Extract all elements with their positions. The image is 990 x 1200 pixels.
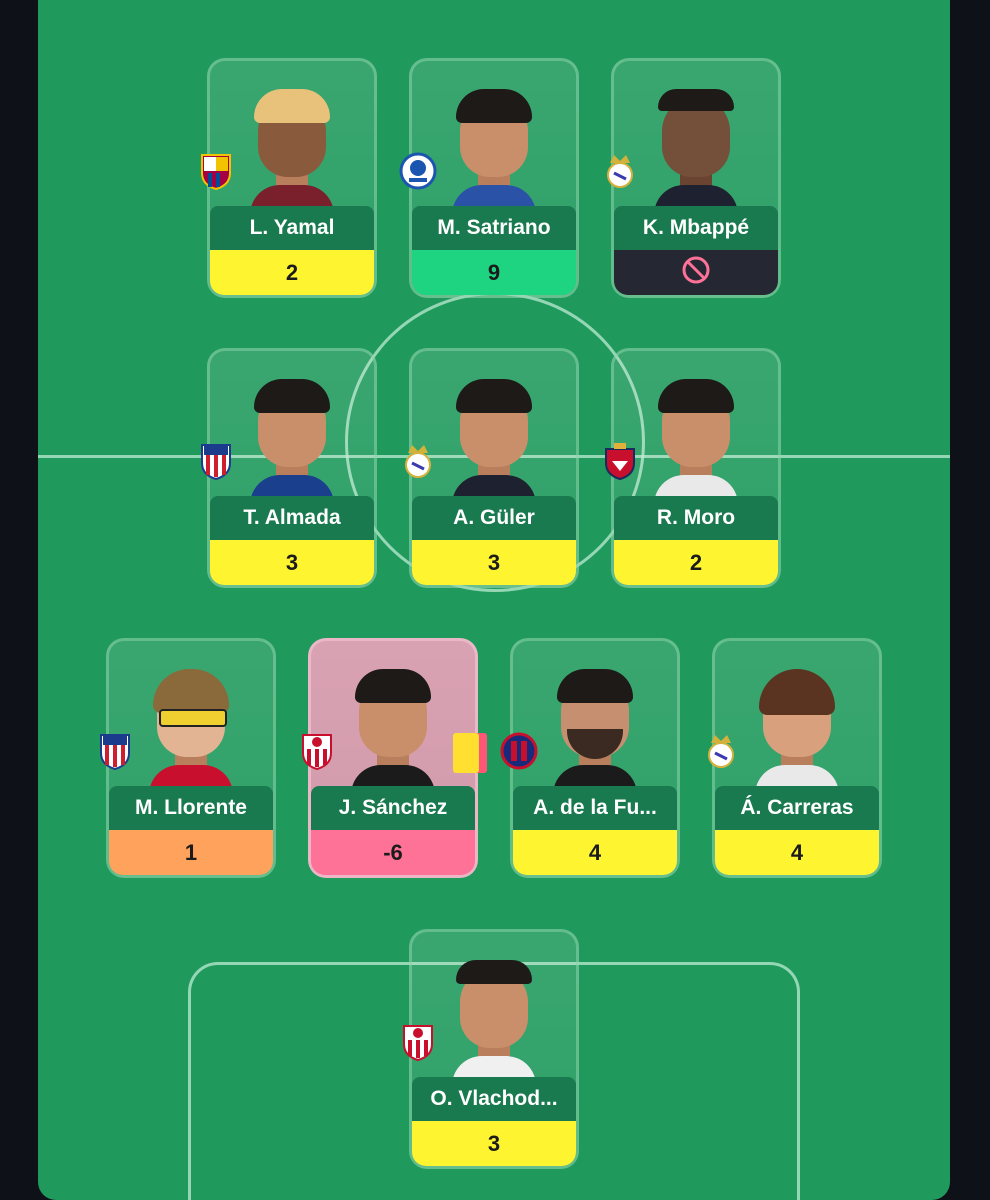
player-card[interactable]: A. de la Fu... 4 bbox=[500, 638, 680, 878]
barcelona-crest-icon bbox=[196, 151, 236, 191]
player-name: J. Sánchez bbox=[311, 786, 475, 830]
yellow-red-card-icon bbox=[451, 731, 489, 775]
beard bbox=[567, 729, 623, 759]
sevilla-crest-icon bbox=[297, 731, 337, 771]
player-photo bbox=[553, 669, 637, 787]
player-name: L. Yamal bbox=[210, 206, 374, 250]
player-card[interactable]: T. Almada 3 bbox=[201, 348, 377, 588]
atletico-madrid-crest-icon bbox=[196, 441, 236, 481]
player-photo bbox=[452, 960, 536, 1078]
player-photo bbox=[250, 379, 334, 497]
player-name: R. Moro bbox=[614, 496, 778, 540]
player-photo bbox=[452, 379, 536, 497]
player-name: A. Güler bbox=[412, 496, 576, 540]
player-card[interactable]: L. Yamal 2 bbox=[201, 58, 377, 298]
player-photo bbox=[452, 89, 536, 207]
player-photo bbox=[250, 89, 334, 207]
player-card[interactable]: A. Güler 3 bbox=[405, 348, 579, 588]
player-points: 3 bbox=[210, 540, 374, 585]
player-card[interactable]: M. Satriano 9 bbox=[399, 58, 579, 298]
getafe-crest-icon bbox=[398, 151, 438, 191]
player-name: T. Almada bbox=[210, 496, 374, 540]
player-photo bbox=[654, 379, 738, 497]
player-name: Á. Carreras bbox=[715, 786, 879, 830]
player-photo bbox=[149, 669, 233, 787]
player-points: 2 bbox=[210, 250, 374, 295]
levante-crest-icon bbox=[499, 731, 539, 771]
real-madrid-crest-icon bbox=[600, 151, 640, 191]
player-name: O. Vlachod... bbox=[412, 1077, 576, 1121]
player-card[interactable]: M. Llorente 1 bbox=[100, 638, 276, 878]
player-card[interactable]: K. Mbappé bbox=[607, 58, 781, 298]
player-photo bbox=[654, 89, 738, 207]
player-card[interactable]: Á. Carreras 4 bbox=[708, 638, 882, 878]
player-points: 4 bbox=[715, 830, 879, 875]
prohibited-icon bbox=[681, 255, 711, 291]
real-madrid-crest-icon bbox=[701, 731, 741, 771]
real-madrid-crest-icon bbox=[398, 441, 438, 481]
player-photo bbox=[351, 669, 435, 787]
player-card[interactable]: O. Vlachod... 3 bbox=[403, 929, 579, 1169]
sevilla-crest-icon bbox=[398, 1022, 438, 1062]
sunglasses-icon bbox=[159, 709, 227, 727]
player-points: -6 bbox=[311, 830, 475, 875]
player-card[interactable]: R. Moro 2 bbox=[605, 348, 781, 588]
player-photo bbox=[755, 669, 839, 787]
player-name: M. Llorente bbox=[109, 786, 273, 830]
player-points: 3 bbox=[412, 1121, 576, 1166]
player-points: 2 bbox=[614, 540, 778, 585]
player-points: 4 bbox=[513, 830, 677, 875]
osasuna-crest-icon bbox=[600, 441, 640, 481]
player-points: 3 bbox=[412, 540, 576, 585]
player-name: M. Satriano bbox=[412, 206, 576, 250]
player-name: K. Mbappé bbox=[614, 206, 778, 250]
atletico-madrid-crest-icon bbox=[95, 731, 135, 771]
player-points-unavailable bbox=[614, 250, 778, 295]
player-card[interactable]: J. Sánchez -6 bbox=[302, 638, 487, 878]
player-points: 1 bbox=[109, 830, 273, 875]
player-points: 9 bbox=[412, 250, 576, 295]
player-name: A. de la Fu... bbox=[513, 786, 677, 830]
